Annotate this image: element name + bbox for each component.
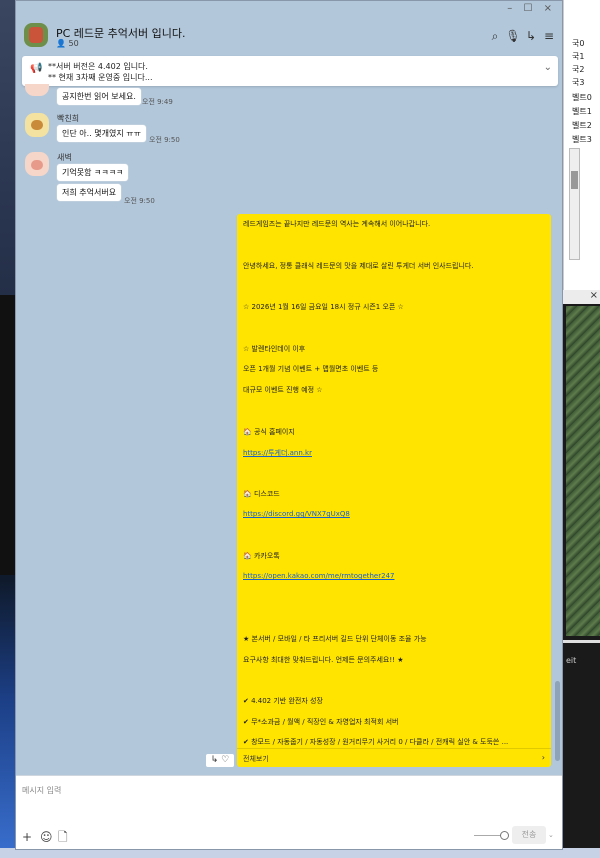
message-time: 오전 9:50 [149, 136, 180, 144]
sender-name: 새벽 [57, 153, 72, 162]
person-icon: 👤 [56, 39, 66, 48]
sender-name: 빡친희 [57, 114, 80, 123]
announcement-line: ✔ 4.402 기반 완전자 성장 [243, 697, 323, 705]
discord-link[interactable]: https://discord.gg/VNX7gUxQ8 [243, 510, 350, 518]
announcement-line: ☆ 발렌타인데이 이후 [243, 345, 306, 353]
announcement-line: 대규모 이벤트 진행 예정 ☆ [243, 386, 323, 394]
file-icon[interactable]: 🗋 [58, 828, 76, 849]
bg-list-item: 국0 [572, 39, 585, 48]
background-scrollbar [569, 148, 580, 260]
chat-header: PC 레드문 추억서버 입니다. 👤 50 ⌕ 🎙 ↳ ≡ [16, 15, 562, 57]
emoji-icon[interactable]: ☺ [40, 830, 58, 844]
pinned-notice[interactable]: 📢 **서버 버전은 4.402 입니다. ** 현재 3차째 운영중 입니다.… [22, 56, 558, 86]
input-toolbar: + ☺ 🗋 [22, 828, 76, 849]
background-bar [563, 640, 600, 643]
announcement-line: ★ 본서버 / 모바일 / 타 프리서버 길드 단위 단체이동 조율 가능 [243, 635, 427, 643]
message-bubble[interactable]: 저희 추억서버요 [57, 184, 122, 201]
message-time: 오전 9:49 [142, 98, 173, 106]
announcement-line: 안녕하세요, 정통 클래식 레드문의 맛을 제대로 살린 투게더 서버 인사드립… [243, 262, 474, 270]
avatar[interactable] [25, 113, 49, 137]
announcement-line: ✔ 창모드 / 자동줍기 / 자동성장 / 원거리무기 사거리 0 / 다클라 … [243, 738, 509, 746]
avatar[interactable] [25, 84, 49, 96]
mic-icon[interactable]: 🎙 [504, 29, 522, 43]
announcement-line: 🏠 카카오톡 [243, 552, 280, 560]
message-input-area[interactable]: 메시지 입력 + ☺ 🗋 전송 ⌄ [16, 775, 562, 849]
chat-scrollbar[interactable] [555, 681, 560, 761]
bg-list-item: 국2 [572, 65, 585, 74]
announcement-line: 요구사항 최대한 맞춰드립니다. 언제든 문의주세요!! ★ [243, 656, 404, 664]
announcement-line: ✔ 무*소과금 / 월액 / 직장인 & 자영업자 최적회 서버 [243, 718, 399, 726]
chevron-right-icon[interactable]: › [542, 753, 545, 762]
bg-list-item: 벨트3 [572, 135, 592, 144]
notice-line: **서버 버전은 4.402 입니다. [48, 62, 148, 71]
message-time: 오전 9:50 [124, 197, 155, 205]
announcement-line: 🏠 공식 홈페이지 [243, 428, 295, 436]
divider [237, 748, 551, 749]
homepage-link[interactable]: https://투게더.ann.kr [243, 448, 312, 458]
bg-list-item: 국1 [572, 52, 585, 61]
message-input[interactable]: 메시지 입력 [22, 785, 61, 796]
close-icon: × [563, 290, 600, 304]
member-count-value: 50 [68, 39, 79, 48]
notice-line: ** 현재 3차째 운영중 입니다... [48, 73, 153, 82]
send-options-icon[interactable]: ⌄ [548, 826, 558, 844]
megaphone-icon: 📢 [30, 63, 43, 74]
bg-list-item: 벨트0 [572, 93, 592, 102]
chevron-down-icon[interactable]: ⌄ [544, 62, 552, 73]
bg-list-item: 벨트1 [572, 107, 592, 116]
announcement-line: ☆ 2026년 1월 16일 금요일 18시 정규 시즌1 오픈 ☆ [243, 303, 404, 311]
header-icons: ⌕ 🎙 ↳ ≡ [486, 29, 558, 44]
search-icon[interactable]: ⌕ [486, 29, 504, 44]
announcement-line: 🏠 디스코드 [243, 490, 280, 498]
message-bubble[interactable]: 기억못함 ㅋㅋㅋㅋ [57, 164, 129, 181]
reply-like-icons[interactable]: ↳ ♡ [206, 754, 234, 767]
chat-window: – ☐ × PC 레드문 추억서버 입니다. 👤 50 ⌕ 🎙 ↳ ≡ 📢 **서버 … [15, 0, 563, 850]
member-count[interactable]: 👤 50 [56, 39, 79, 48]
slider-knob[interactable] [500, 831, 509, 840]
kakao-link[interactable]: https://open.kakao.com/me/rmtogether247 [243, 572, 394, 580]
send-button[interactable]: 전송 [512, 826, 546, 844]
background-game-view [566, 306, 600, 636]
announcement-bubble[interactable]: 레드게임즈는 끝나지만 레드문의 역사는 계속해서 이어나갑니다. 안녕하세요,… [237, 214, 551, 767]
bg-list-item: 국3 [572, 78, 585, 87]
message-bubble[interactable]: 인단 아.. 몇개였지 ㅠㅠ [57, 125, 146, 142]
slider-track [474, 835, 502, 836]
announcement-line: 레드게임즈는 끝나지만 레드문의 역사는 계속해서 이어나갑니다. [243, 220, 431, 228]
plus-icon[interactable]: + [22, 830, 40, 844]
background-edge-text: eit [566, 656, 577, 665]
avatar[interactable] [25, 152, 49, 176]
announcement-line: 오픈 1개월 기념 이벤트 + 맵월면초 이벤트 등 [243, 365, 379, 373]
room-avatar[interactable] [24, 23, 48, 47]
menu-icon[interactable]: ≡ [540, 29, 558, 43]
see-more-button[interactable]: 전체보기 [243, 754, 269, 764]
bg-list-item: 벨트2 [572, 121, 592, 130]
message-bubble[interactable]: 공지한번 읽어 보세요. [57, 88, 141, 105]
window-controls[interactable]: – ☐ × [507, 3, 556, 14]
title-bar[interactable]: – ☐ × [16, 1, 562, 15]
call-icon[interactable]: ↳ [522, 29, 540, 43]
background-window-left [0, 295, 16, 575]
